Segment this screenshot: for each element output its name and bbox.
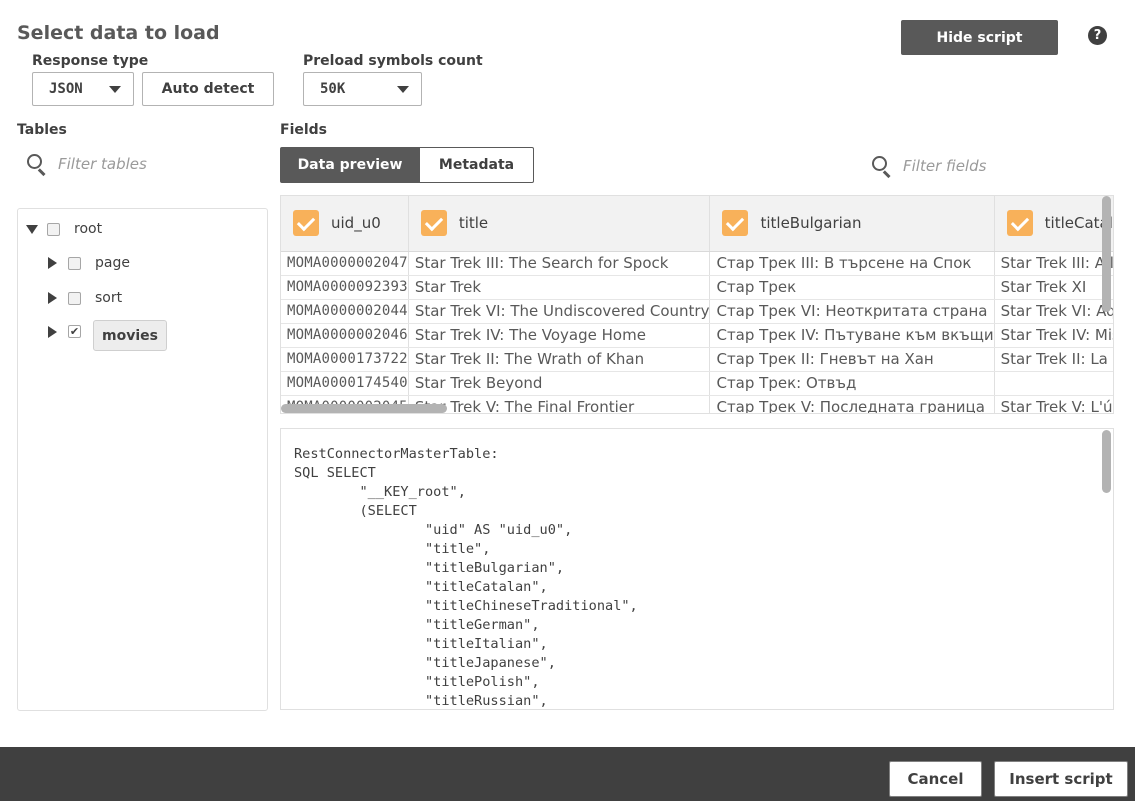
table-cell: Стар Трек: Отвъд: [709, 371, 995, 396]
table-cell: Star Trek VI: The Undiscovered Country: [408, 299, 711, 324]
chevron-down-icon: [109, 86, 121, 93]
table-cell: Стар Трек V: Последната граница: [709, 395, 995, 413]
checkbox-checked-icon[interactable]: [420, 210, 447, 237]
checkbox-checked-icon[interactable]: [1006, 210, 1033, 237]
tree-node-sort[interactable]: sort: [48, 290, 122, 306]
table-cell: Star Trek V: The Final Frontier: [408, 395, 711, 413]
script-editor[interactable]: RestConnectorMasterTable: SQL SELECT "__…: [280, 428, 1114, 710]
tree-node-label: page: [95, 255, 130, 271]
checkbox-checked-icon[interactable]: [293, 210, 319, 237]
tree-node-movies[interactable]: movies: [93, 320, 167, 351]
filter-tables-input[interactable]: Filter tables: [58, 155, 147, 173]
tree-node-label: root: [74, 221, 103, 237]
script-text: RestConnectorMasterTable: SQL SELECT "__…: [294, 446, 638, 709]
chevron-right-icon[interactable]: [48, 257, 57, 269]
table-cell: Стар Трек III: В търсене на Спок: [709, 251, 995, 276]
tab-metadata[interactable]: Metadata: [420, 147, 534, 183]
chevron-down-icon: [397, 86, 409, 93]
fields-tabs: Data preview Metadata: [280, 147, 534, 183]
table-row: MOMA0000002047 Star Trek III: The Search…: [281, 251, 1113, 276]
table-cell: [994, 371, 1113, 396]
tree-node-root[interactable]: root: [26, 221, 102, 237]
table-cell: Star Trek VI: Aque: [994, 299, 1113, 324]
table-cell: Star Trek II: La cò: [994, 347, 1113, 372]
table-row: MOMA0000092393 Star Trek Стар Трек Star …: [281, 275, 1113, 300]
table-cell: MOMA0000092393: [281, 275, 409, 300]
preload-symbols-label: Preload symbols count: [303, 53, 483, 69]
cancel-button[interactable]: Cancel: [889, 761, 982, 797]
tables-label: Tables: [17, 122, 67, 138]
chevron-down-icon[interactable]: [26, 224, 38, 234]
auto-detect-button[interactable]: Auto detect: [142, 72, 274, 106]
column-header[interactable]: titleBulgarian: [709, 196, 995, 252]
table-cell: MOMA0000002044: [281, 299, 409, 324]
preload-symbols-value: 50K: [320, 81, 346, 97]
table-cell: Star Trek IV: Miss: [994, 323, 1113, 348]
table-row: MOMA0000173722 Star Trek II: The Wrath o…: [281, 347, 1113, 372]
table-cell: Star Trek Beyond: [408, 371, 711, 396]
table-cell: MOMA0000002046: [281, 323, 409, 348]
fields-label: Fields: [280, 122, 328, 138]
column-header-label: title: [458, 214, 489, 233]
table-cell: Star Trek V: L'últi: [994, 395, 1113, 413]
table-cell: MOMA0000002047: [281, 251, 409, 276]
table-cell: Star Trek II: The Wrath of Khan: [408, 347, 711, 372]
column-header[interactable]: titleCatalan: [994, 196, 1113, 252]
search-icon: [27, 154, 47, 176]
question-circle-icon[interactable]: ?: [1088, 26, 1107, 45]
table-cell: MOMA0000174540: [281, 371, 409, 396]
tab-data-preview[interactable]: Data preview: [280, 147, 420, 183]
column-header-label: uid_u0: [331, 214, 381, 233]
table-cell: Star Trek: [408, 275, 711, 300]
table-cell: MOMA0000173722: [281, 347, 409, 372]
preload-symbols-dropdown[interactable]: 50K: [303, 72, 422, 106]
checkbox-checked-icon[interactable]: [722, 210, 749, 237]
data-preview-grid: uid_u0 title titleBulgarian titleCatalan…: [280, 195, 1114, 414]
root-checkbox[interactable]: [47, 222, 60, 236]
tree-node-label: sort: [95, 290, 123, 306]
filter-fields-input[interactable]: Filter fields: [903, 157, 986, 175]
page-checkbox[interactable]: [68, 256, 81, 270]
grid-vertical-scrollbar[interactable]: [1102, 196, 1111, 312]
tree-node-page[interactable]: page: [48, 255, 130, 271]
hide-script-button[interactable]: Hide script: [901, 20, 1058, 55]
table-cell: Стар Трек II: Гневът на Хан: [709, 347, 995, 372]
table-cell: Star Trek IV: The Voyage Home: [408, 323, 711, 348]
insert-script-button[interactable]: Insert script: [994, 761, 1128, 797]
chevron-right-icon[interactable]: [48, 292, 57, 304]
table-row: MOMA0000002046 Star Trek IV: The Voyage …: [281, 323, 1113, 348]
movies-checkbox[interactable]: ✔: [68, 325, 81, 338]
search-icon: [872, 156, 892, 178]
table-cell: Стар Трек: [709, 275, 995, 300]
chevron-right-icon[interactable]: [48, 325, 57, 338]
table-cell: Стар Трек VI: Неоткритата страна: [709, 299, 995, 324]
script-vertical-scrollbar[interactable]: [1102, 430, 1111, 493]
table-cell: Стар Трек IV: Пътуване към вкъщи: [709, 323, 995, 348]
sort-checkbox[interactable]: [68, 291, 81, 305]
table-cell: Star Trek XI: [994, 275, 1113, 300]
table-row: MOMA0000174540 Star Trek Beyond Стар Тре…: [281, 371, 1113, 396]
column-header[interactable]: title: [408, 196, 711, 252]
column-header-label: titleBulgarian: [760, 214, 862, 233]
grid-horizontal-scrollbar[interactable]: [281, 404, 447, 413]
response-type-dropdown[interactable]: JSON: [32, 72, 134, 106]
dialog-title: Select data to load: [17, 22, 220, 44]
tables-tree: root page sort ✔ movies: [17, 208, 268, 711]
table-row: MOMA0000002044 Star Trek VI: The Undisco…: [281, 299, 1113, 324]
response-type-label: Response type: [32, 53, 149, 69]
response-type-value: JSON: [49, 81, 83, 97]
tree-node-movies-controls[interactable]: ✔: [48, 325, 81, 338]
table-cell: Star Trek III: A la r: [994, 251, 1113, 276]
table-cell: Star Trek III: The Search for Spock: [408, 251, 711, 276]
column-header[interactable]: uid_u0: [281, 196, 409, 252]
